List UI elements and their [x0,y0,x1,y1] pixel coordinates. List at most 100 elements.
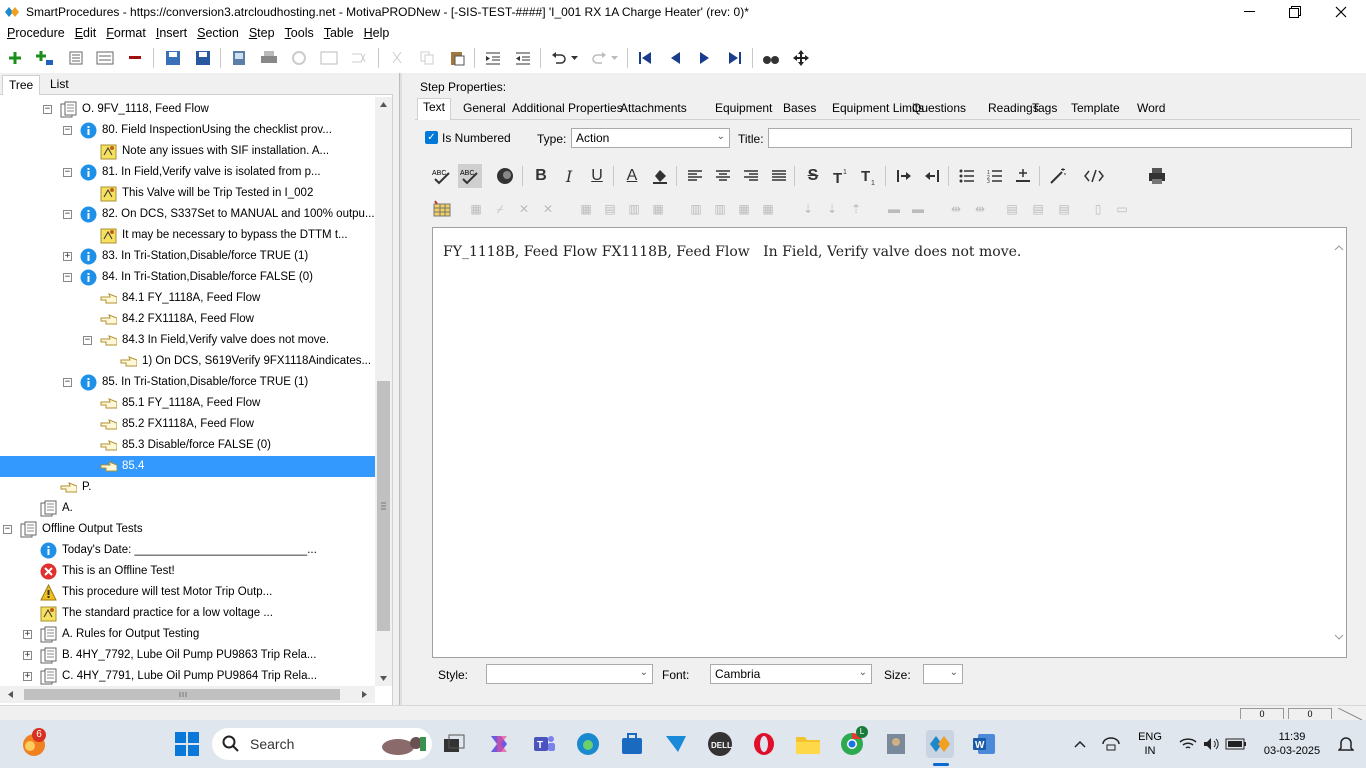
expand-icon[interactable]: + [63,252,72,261]
file-explorer-icon[interactable] [794,730,822,758]
italic-button[interactable]: I [557,164,581,188]
step-text-editor[interactable]: FY_1118B, Feed Flow FX1118B, Feed Flow I… [432,227,1347,658]
tree-node[interactable]: − 84. In Tri-Station,Disable/force FALSE … [0,267,375,288]
collapse-icon[interactable]: − [43,105,52,114]
task-view-icon[interactable] [440,730,468,758]
tab-list[interactable]: List [44,75,75,95]
tree-node[interactable]: 85.1 FY_1118A, Feed Flow [0,393,375,414]
insert-table-icon[interactable] [430,197,454,221]
title-input[interactable] [768,128,1352,148]
decrease-indent-icon[interactable] [920,164,944,188]
tab-bases[interactable]: Bases [778,100,821,120]
tree-node[interactable]: P. [0,477,375,498]
menu-format[interactable]: Format [101,26,151,40]
table-tool-icon[interactable]: ▤ [1052,197,1076,221]
tree-node[interactable]: + A. Rules for Output Testing [0,624,375,645]
menu-procedure[interactable]: Procedure [2,26,70,40]
tree-node[interactable]: 1) On DCS, S619Verify 9FX1118Aindicates.… [0,351,375,372]
type-select[interactable]: Action ⌄ [571,128,730,148]
last-icon[interactable] [724,47,746,69]
tab-questions[interactable]: Questions [907,100,971,120]
tree-node[interactable]: It may be necessary to bypass the DTTM t… [0,225,375,246]
table-tool-icon[interactable]: ⇹ [968,197,992,221]
restore-button[interactable] [1272,0,1318,23]
collapse-icon[interactable]: − [63,273,72,282]
collapse-icon[interactable]: − [3,525,12,534]
tree-horizontal-scrollbar[interactable] [0,686,375,703]
tab-tree[interactable]: Tree [2,75,41,95]
table-tool-icon[interactable]: ▦ [464,197,488,221]
table-tool-icon[interactable]: ▦ [646,197,670,221]
tree-node[interactable]: − 82. On DCS, S337Set to MANUAL and 100% … [0,204,375,225]
resize-grip-icon[interactable] [1338,708,1364,720]
align-center-icon[interactable] [711,164,735,188]
align-right-icon[interactable] [739,164,763,188]
tree-node[interactable]: +83. In Tri-Station,Disable/force TRUE (… [0,246,375,267]
indent-icon[interactable] [482,47,504,69]
table-tool-icon[interactable]: ▥ [684,197,708,221]
subscript-icon[interactable]: T1 [857,164,881,188]
size-select[interactable]: ⌄ [923,664,963,684]
language-indicator[interactable]: ENG IN [1133,730,1167,758]
window-icon[interactable] [318,47,340,69]
table-tool-icon[interactable]: ▯ [1086,197,1110,221]
tab-tags[interactable]: Tags [1027,100,1062,120]
table-tool-icon[interactable]: ⇹ [944,197,968,221]
table-tool-icon[interactable]: ⇣ [796,197,820,221]
table-tool-icon[interactable]: ▥ [622,197,646,221]
justify-icon[interactable] [767,164,791,188]
collapse-icon[interactable]: − [63,168,72,177]
tab-text[interactable]: Text [417,98,452,120]
tree-node[interactable]: + C. 4HY_7791, Lube Oil Pump PU9864 Trip … [0,666,375,686]
font-color-button[interactable]: A [620,164,644,188]
collapse-icon[interactable]: − [63,126,72,135]
app-icon[interactable] [882,730,910,758]
table-tool-icon[interactable]: ▤ [1026,197,1050,221]
menu-tools[interactable]: Tools [280,26,319,40]
tree-node[interactable]: This procedure will test Motor Trip Outp… [0,582,375,603]
redo-icon[interactable] [588,47,610,69]
cut-icon[interactable] [386,47,408,69]
tree-node[interactable]: 85.3 Disable/force FALSE (0) [0,435,375,456]
autocorrect-icon[interactable]: ABC [458,164,482,188]
table-tool-icon[interactable]: ▦ [574,197,598,221]
tab-additional-properties[interactable]: Additional Properties [507,100,628,120]
menu-edit[interactable]: Edit [70,26,102,40]
close-button[interactable] [1318,0,1364,23]
source-code-icon[interactable] [1082,164,1106,188]
editor-scrollbar[interactable] [1332,228,1346,657]
table-tool-icon[interactable]: ✕ [536,197,560,221]
tree-node[interactable]: + B. 4HY_7792, Lube Oil Pump PU9863 Trip … [0,645,375,666]
windows-start-icon[interactable] [173,730,201,758]
table-tool-icon[interactable]: ⇣ [820,197,844,221]
numbered-list-icon[interactable]: 123 [983,164,1007,188]
undo-dropdown-icon[interactable] [568,47,580,69]
previous-icon[interactable] [664,47,686,69]
table-tool-icon[interactable]: ▤ [1000,197,1024,221]
dell-icon[interactable]: DELL [706,730,734,758]
teams-icon[interactable]: T [530,730,558,758]
collapse-icon[interactable]: − [83,336,92,345]
network-sync-icon[interactable] [1097,730,1125,758]
tree-node[interactable]: 85.4 [0,456,375,477]
table-tool-icon[interactable]: ▦ [732,197,756,221]
tree-vertical-scrollbar[interactable] [375,97,392,686]
expand-icon[interactable]: + [23,672,32,681]
first-icon[interactable] [634,47,656,69]
redo-dropdown-icon[interactable] [608,47,620,69]
highlight-icon[interactable] [648,164,672,188]
tree-node[interactable]: Today's Date: __________________________… [0,540,375,561]
tree-node[interactable]: − 85. In Tri-Station,Disable/force TRUE (… [0,372,375,393]
horizontal-rule-icon[interactable] [1011,164,1035,188]
tree-node[interactable]: Note any issues with SIF installation. A… [0,141,375,162]
tree-node[interactable]: − 84.3 In Field,Verify valve does not mov… [0,330,375,351]
smartprocedures-taskbar-icon[interactable] [926,730,954,758]
menu-insert[interactable]: Insert [151,26,192,40]
minimize-button[interactable] [1226,0,1272,23]
word-icon[interactable]: W [970,730,998,758]
notification-center-icon[interactable] [1332,730,1360,758]
tab-template[interactable]: Template [1066,100,1125,120]
tree-node[interactable]: 84.2 FX1118A, Feed Flow [0,309,375,330]
tab-equipment[interactable]: Equipment [710,100,777,120]
underline-button[interactable]: U [585,164,609,188]
